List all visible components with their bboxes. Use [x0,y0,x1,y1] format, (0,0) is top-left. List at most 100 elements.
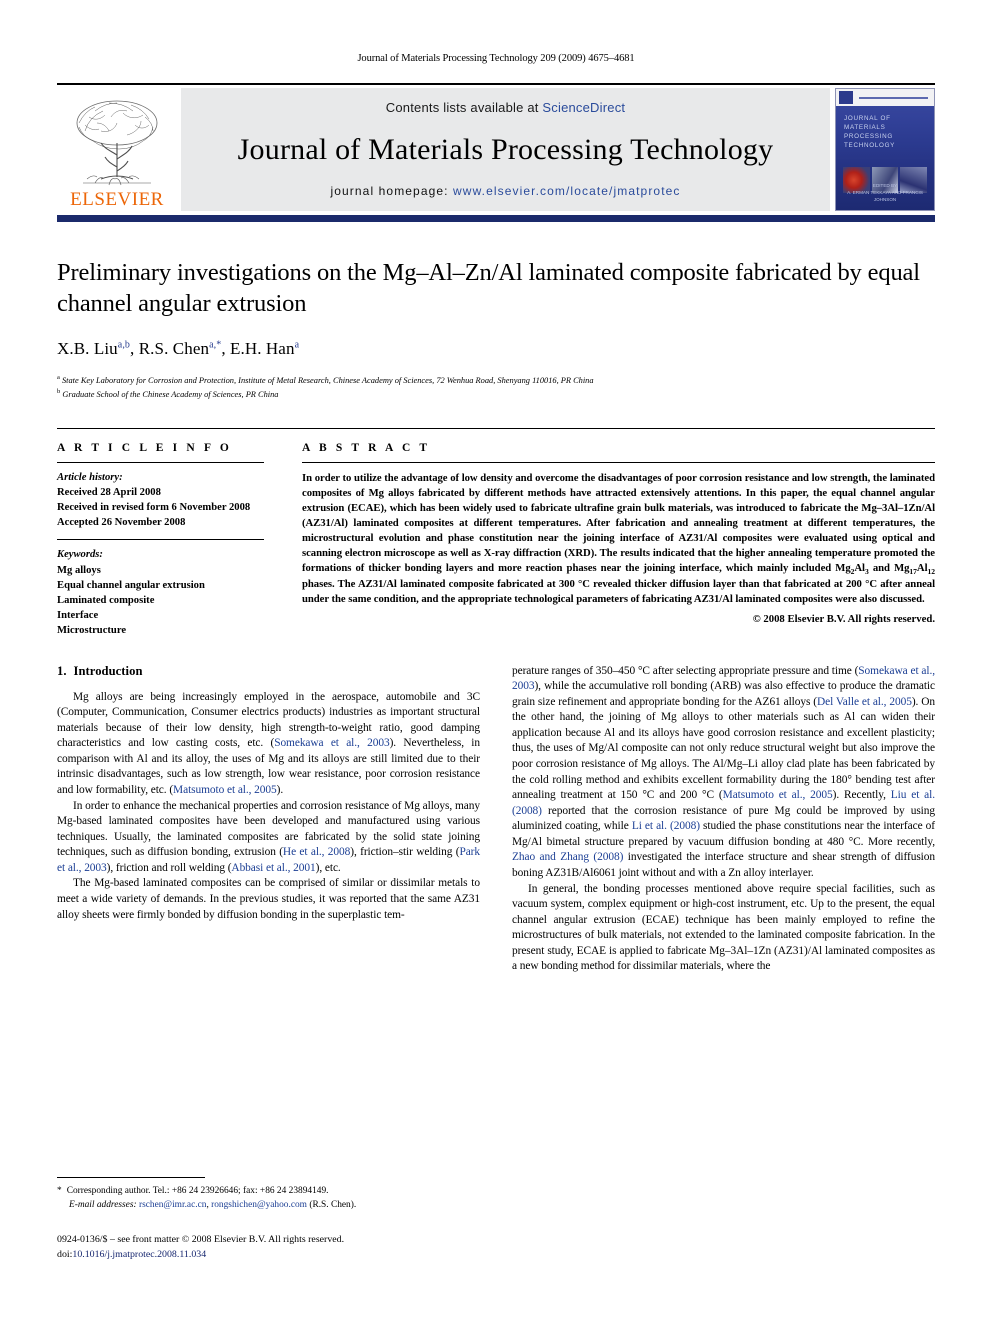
body-paragraph: The Mg-based laminated composites can be… [57,876,480,923]
keyword-item: Mg alloys [57,564,101,576]
cover-title-line-2: PROCESSING TECHNOLOGY [844,133,896,150]
affiliation-text: State Key Laboratory for Corrosion and P… [61,375,594,385]
body-paragraph: Mg alloys are being increasingly employe… [57,690,480,799]
title-block: Preliminary investigations on the Mg–Al–… [57,258,935,400]
paragraph-text: perature ranges of 350–450 °C after sele… [512,664,859,677]
paragraph-text: ), etc. [315,861,341,874]
abstract-copyright: © 2008 Elsevier B.V. All rights reserved… [752,613,935,626]
citation-link[interactable]: He et al., 2008 [283,846,350,858]
corresponding-author-text: Corresponding author. Tel.: +86 24 23926… [66,1186,329,1197]
formula-element: Al [854,561,865,574]
body-column-right: perature ranges of 350–450 °C after sele… [512,664,935,975]
elsevier-logo: ELSEVIER [57,88,177,211]
paragraph-text: ), friction–stir welding ( [350,846,460,859]
formula-subscript: 12 [927,566,936,576]
author-list: X.B. Liua,b, R.S. Chena,*, E.H. Hana [57,339,935,359]
formula-mg2al3: Mg2Al3 [835,561,868,576]
article-info-rule-top [57,462,264,464]
article-info-rule-mid [57,539,264,541]
formula-element: Al [916,561,928,574]
masthead-bottom-rule [57,215,935,222]
affiliation-text: Graduate School of the Chinese Academy o… [62,389,279,399]
body-paragraph: In general, the bonding processes mentio… [512,882,935,975]
formula-element: Mg [835,561,851,574]
info-abstract-section: A R T I C L E I N F O Article history: R… [57,428,935,637]
paragraph-text: ), friction and roll welding ( [106,861,232,874]
cover-footer-line-2: A. ERMAN TEKKAYA AND FRANCIS JOHNSON [847,190,923,203]
journal-title: Journal of Materials Processing Technolo… [237,132,774,166]
cover-elsevier-mark-icon [839,91,853,104]
homepage-label: journal homepage: [330,184,449,198]
citation-link[interactable]: Abbasi et al., 2001 [231,862,315,874]
cover-top-rule [859,96,928,99]
keyword-item: Equal channel angular extrusion [57,579,205,591]
keyword-item: Interface [57,609,99,621]
email-suffix: (R.S. Chen). [306,1199,357,1210]
affiliation-mark: a [57,373,60,381]
sciencedirect-link[interactable]: ScienceDirect [542,100,625,115]
doi-value[interactable]: 10.1016/j.jmatprotec.2008.11.034 [72,1249,206,1260]
author-affil-mark[interactable]: a,* [209,339,221,350]
article-info-heading: A R T I C L E I N F O [57,442,232,455]
cover-footer-line-1: EDITED BY [872,183,898,189]
author-entry: R.S. Chena,* [139,339,222,358]
journal-banner: Contents lists available at ScienceDirec… [181,88,830,211]
citation-link[interactable]: Matsumoto et al., 2005 [723,789,833,801]
body-paragraph: perature ranges of 350–450 °C after sele… [512,664,935,882]
citation-link[interactable]: Del Valle et al., 2005 [817,696,912,708]
contents-lists-line: Contents lists available at ScienceDirec… [386,100,625,115]
elsevier-tree-icon [65,97,169,189]
paragraph-text: The Mg-based laminated composites can be… [57,877,480,921]
paragraph-text: ). On the other hand, the joining of Mg … [512,695,935,802]
section-title-text: Introduction [73,663,143,678]
author-name: E.H. Han [230,338,295,358]
formula-subscript: 17 [909,566,917,576]
section-number: 1. [57,663,67,678]
keyword-item: Microstructure [57,624,127,636]
doi-label: doi: [57,1249,73,1261]
abstract-text: In order to utilize the advantage of low… [302,471,935,607]
journal-masthead: ELSEVIER Contents lists available at Sci… [57,83,935,211]
formula-element: Mg [894,561,910,574]
affiliation-list: a State Key Laboratory for Corrosion and… [57,373,935,401]
issn-line: 0924-0136/$ – see front matter © 2008 El… [57,1234,345,1246]
abstract-rule [302,462,935,464]
keywords-group: Keywords: Mg alloys Equal channel angula… [57,547,264,637]
keyword-item: Laminated composite [57,594,155,606]
left-column-paragraphs: Mg alloys are being increasingly employe… [57,690,480,923]
abstract-column: A B S T R A C T In order to utilize the … [302,442,935,637]
formula-mg17al12: Mg17Al12 [894,561,936,576]
journal-cover-thumbnail: JOURNAL OF MATERIALS PROCESSING TECHNOLO… [835,88,935,211]
footnote-rule [57,1177,205,1179]
citation-link[interactable]: Li et al. (2008) [632,820,700,832]
article-history-label: Article history: [57,472,123,484]
article-history-item: Accepted 26 November 2008 [57,517,186,529]
citation-link[interactable]: Matsumoto et al., 2005 [173,784,277,796]
doi-line: doi:10.1016/j.jmatprotec.2008.11.034 [57,1248,465,1263]
abstract-part-2: phases. The AZ31/Al laminated composite … [302,578,935,606]
body-columns: 1. Introduction Mg alloys are being incre… [57,664,935,975]
email-link-secondary[interactable]: rongshichen@yahoo.com [211,1200,307,1210]
section-heading-introduction: 1. Introduction [57,664,480,679]
contents-prefix: Contents lists available at [385,100,543,115]
author-sep: , [130,338,139,358]
article-page: Journal of Materials Processing Technolo… [0,0,992,1323]
body-column-left: 1. Introduction Mg alloys are being incre… [57,664,480,975]
paragraph-text: ). [276,784,284,797]
affiliation-item: b Graduate School of the Chinese Academy… [57,387,935,401]
footer-issn-block: 0924-0136/$ – see front matter © 2008 El… [57,1233,465,1263]
author-affil-mark: a,b [117,339,131,351]
page-title: Preliminary investigations on the Mg–Al–… [57,259,920,317]
abstract-heading: A B S T R A C T [302,442,431,455]
running-head: Journal of Materials Processing Technolo… [357,53,635,64]
author-entry: X.B. Liua,b [57,339,130,358]
email-link-primary[interactable]: rschen@imr.ac.cn [139,1200,206,1210]
cover-title-text: JOURNAL OF MATERIALS PROCESSING TECHNOLO… [844,114,928,151]
author-entry: E.H. Hana [230,339,299,358]
cover-footer-text: EDITED BY A. ERMAN TEKKAYA AND FRANCIS J… [836,183,934,204]
citation-link[interactable]: Zhao and Zhang (2008) [512,851,623,863]
citation-link[interactable]: Somekawa et al., 2003 [274,737,389,749]
footnote-area: * Corresponding author. Tel.: +86 24 2392… [57,1177,465,1263]
abstract-mid-text: and [868,561,895,574]
homepage-url-link[interactable]: www.elsevier.com/locate/jmatprotec [453,184,680,198]
